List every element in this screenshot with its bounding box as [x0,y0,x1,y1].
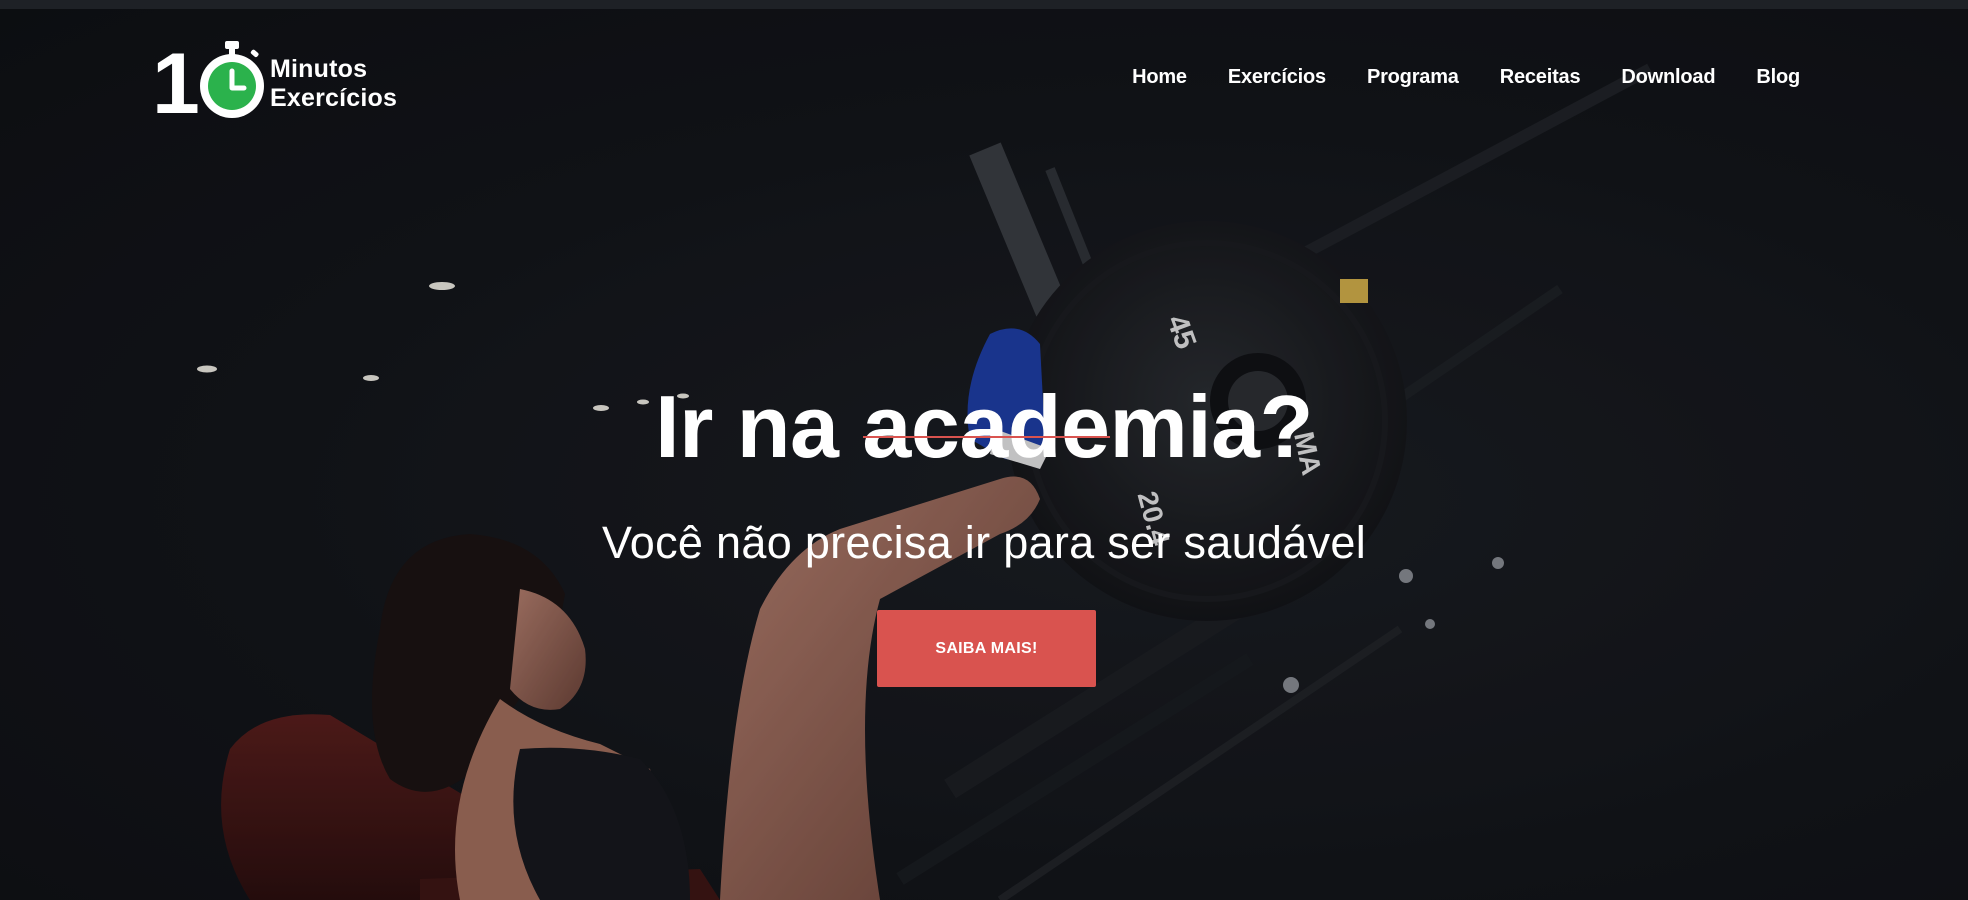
browser-top-strip [0,0,1968,9]
saiba-mais-button[interactable]: SAIBA MAIS! [877,610,1096,687]
nav-item-receitas[interactable]: Receitas [1500,66,1581,89]
site-logo[interactable]: 1 Minutos Exercícios [152,39,412,129]
hero-divider [863,436,1110,438]
nav-item-exercicios[interactable]: Exercícios [1228,66,1326,89]
logo-number: 1 [152,36,200,132]
logo-line-2: Exercícios [270,84,398,112]
nav-item-home[interactable]: Home [1132,66,1187,89]
nav-item-blog[interactable]: Blog [1756,66,1800,89]
nav-item-programa[interactable]: Programa [1367,66,1459,89]
logo-wordmark: Minutos Exercícios [270,55,397,113]
stopwatch-icon [200,41,264,118]
site-header: 1 Minutos Exercícios Home Exercícios Pro… [0,9,1968,149]
hero-subtitle: Você não precisa ir para ser saudável [601,517,1367,568]
nav-item-download[interactable]: Download [1621,66,1715,89]
logo-line-1: Minutos [270,55,368,83]
main-navigation: Home Exercícios Programa Receitas Downlo… [1091,66,1800,89]
hero-title: Ir na academia? [655,376,1313,476]
